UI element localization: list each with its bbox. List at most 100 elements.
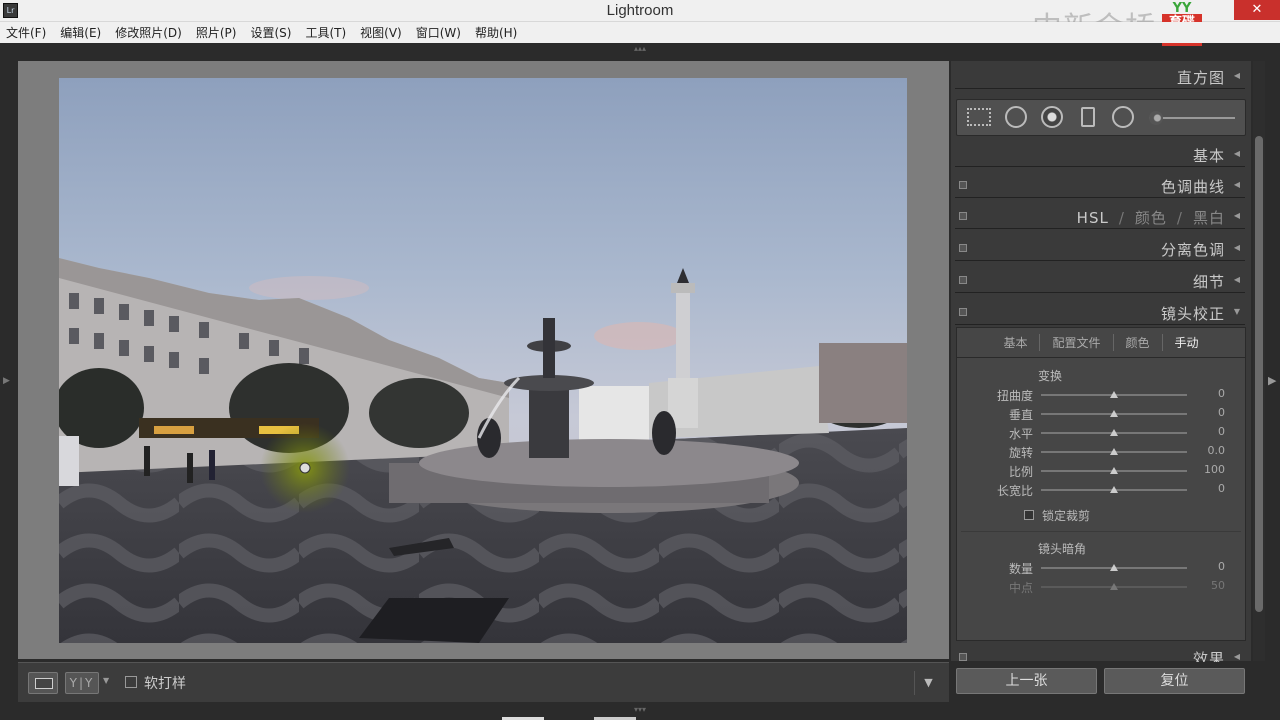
slider-thumb[interactable] xyxy=(1110,429,1118,436)
photo-preview[interactable] xyxy=(59,78,907,643)
collapse-arrow-icon[interactable]: ◀ xyxy=(1234,652,1240,661)
menu-edit[interactable]: 编辑(E) xyxy=(60,24,101,41)
collapse-arrow-icon[interactable]: ◀ xyxy=(1234,71,1240,80)
slider-value[interactable]: 0.0 xyxy=(1187,444,1226,457)
slider-thumb[interactable] xyxy=(1110,467,1118,474)
menu-file[interactable]: 文件(F) xyxy=(6,24,46,41)
lock-crop-checkbox[interactable] xyxy=(1024,510,1034,520)
slider-track[interactable] xyxy=(1041,564,1187,571)
slider-value[interactable]: 50 xyxy=(1187,579,1225,592)
panel-hsl[interactable]: HSL / 颜色 / 黑白 ◀ xyxy=(955,203,1245,229)
panel-toggle-switch[interactable] xyxy=(959,212,967,220)
scrollbar-thumb[interactable] xyxy=(1255,136,1263,612)
graduated-filter-icon[interactable] xyxy=(1081,107,1095,127)
slider-row[interactable]: 长宽比 0 xyxy=(957,480,1245,499)
collapse-arrow-icon[interactable]: ◀ xyxy=(1234,243,1240,252)
image-canvas[interactable] xyxy=(18,61,949,659)
menu-help[interactable]: 帮助(H) xyxy=(475,24,517,41)
slider-thumb[interactable] xyxy=(1110,583,1118,590)
close-button[interactable]: ✕ xyxy=(1234,0,1280,20)
slider-thumb[interactable] xyxy=(1110,564,1118,571)
lens-tab-manual[interactable]: 手动 xyxy=(1163,334,1211,351)
slider-label: 长宽比 xyxy=(996,484,1033,498)
slider-thumb[interactable] xyxy=(1110,391,1118,398)
menu-window[interactable]: 窗口(W) xyxy=(416,24,461,41)
hsl-tab[interactable]: HSL xyxy=(1077,209,1109,227)
slider-track[interactable] xyxy=(1041,486,1187,493)
panel-effects[interactable]: 效果 ◀ xyxy=(955,644,1245,662)
left-panel-toggle-icon[interactable]: ▶ xyxy=(3,376,10,386)
lens-tab-basic[interactable]: 基本 xyxy=(991,334,1041,351)
right-panel-scrollbar[interactable] xyxy=(1253,61,1265,661)
slider-track[interactable] xyxy=(1041,448,1187,455)
panel-split-toning[interactable]: 分离色调 ◀ xyxy=(955,235,1245,261)
slider-row[interactable]: 水平 0 xyxy=(957,423,1245,442)
top-panel-grip-icon[interactable]: ▴▴▴ xyxy=(632,45,648,53)
previous-button[interactable]: 上一张 xyxy=(956,668,1097,694)
menu-tools[interactable]: 工具(T) xyxy=(305,24,346,41)
panel-effects-label: 效果 xyxy=(1192,650,1225,662)
bottom-panel-grip-icon[interactable]: ▾▾▾ xyxy=(632,706,648,714)
reset-button[interactable]: 复位 xyxy=(1104,668,1245,694)
slider-row[interactable]: 扭曲度 0 xyxy=(957,385,1245,404)
slider-value[interactable]: 100 xyxy=(1187,463,1225,476)
tool-strip xyxy=(956,99,1246,136)
panel-histogram[interactable]: 直方图 ◀ xyxy=(955,63,1245,89)
red-eye-icon[interactable] xyxy=(1041,106,1063,128)
crop-overlay-icon[interactable] xyxy=(967,108,991,126)
lens-tab-profile[interactable]: 配置文件 xyxy=(1040,334,1114,351)
collapse-arrow-icon[interactable]: ◀ xyxy=(1234,211,1240,220)
soft-proof-checkbox[interactable] xyxy=(125,676,137,688)
loupe-view-button[interactable] xyxy=(28,672,58,694)
before-after-button[interactable]: Y|Y xyxy=(65,672,99,694)
menu-photo[interactable]: 照片(P) xyxy=(196,24,237,41)
panel-tone-curve[interactable]: 色调曲线 ◀ xyxy=(955,172,1245,198)
panel-detail[interactable]: 细节 ◀ xyxy=(955,267,1245,293)
before-after-dropdown-icon[interactable]: ▼ xyxy=(103,676,109,685)
slider-track[interactable] xyxy=(1041,429,1187,436)
spot-removal-icon[interactable] xyxy=(1005,106,1027,128)
menu-settings[interactable]: 设置(S) xyxy=(250,24,291,41)
color-tab[interactable]: 颜色 xyxy=(1135,209,1167,227)
slider-value[interactable]: 0 xyxy=(1187,425,1225,438)
panel-lens-correction[interactable]: 镜头校正 ▼ xyxy=(955,299,1245,325)
slider-track[interactable] xyxy=(1041,410,1187,417)
slider-row[interactable]: 数量 0 xyxy=(957,558,1245,577)
slider-thumb[interactable] xyxy=(1110,410,1118,417)
photo-image xyxy=(59,78,907,643)
slider-row[interactable]: 比例 100 xyxy=(957,461,1245,480)
collapse-arrow-icon[interactable]: ◀ xyxy=(1234,275,1240,284)
slider-row[interactable]: 中点 50 xyxy=(957,577,1245,596)
toolbar-options-icon[interactable]: ▼ xyxy=(914,671,942,695)
collapse-arrow-icon[interactable]: ◀ xyxy=(1234,149,1240,158)
slider-value[interactable]: 0 xyxy=(1187,406,1225,419)
panel-toggle-switch[interactable] xyxy=(959,653,967,661)
lens-tab-color[interactable]: 颜色 xyxy=(1114,334,1163,351)
soft-proof-label: 软打样 xyxy=(144,676,186,692)
slider-track[interactable] xyxy=(1041,583,1187,590)
slider-label: 垂直 xyxy=(1008,408,1033,422)
panel-toggle-switch[interactable] xyxy=(959,308,967,316)
adjustment-brush-icon[interactable] xyxy=(1149,111,1235,125)
slider-row[interactable]: 垂直 0 xyxy=(957,404,1245,423)
menu-view[interactable]: 视图(V) xyxy=(360,24,402,41)
black-white-tab[interactable]: 黑白 xyxy=(1193,209,1225,227)
slider-thumb[interactable] xyxy=(1110,486,1118,493)
radial-filter-icon[interactable] xyxy=(1112,106,1134,128)
expand-arrow-icon[interactable]: ▼ xyxy=(1234,307,1240,316)
collapse-arrow-icon[interactable]: ◀ xyxy=(1234,180,1240,189)
slider-track[interactable] xyxy=(1041,467,1187,474)
panel-toggle-switch[interactable] xyxy=(959,244,967,252)
slider-value[interactable]: 0 xyxy=(1187,560,1225,573)
panel-toggle-switch[interactable] xyxy=(959,276,967,284)
slider-track[interactable] xyxy=(1041,391,1187,398)
slider-thumb[interactable] xyxy=(1110,448,1118,455)
panel-basic[interactable]: 基本 ◀ xyxy=(955,141,1245,167)
slider-value[interactable]: 0 xyxy=(1187,387,1225,400)
panel-toggle-switch[interactable] xyxy=(959,181,967,189)
brush-slider-knob[interactable] xyxy=(1149,111,1163,125)
lens-correction-body: 基本 配置文件 颜色 手动 变换 扭曲度 0 垂直 0 水平 0 旋转 0.0 比例 100 长宽比… xyxy=(956,327,1246,641)
slider-row[interactable]: 旋转 0.0 xyxy=(957,442,1245,461)
menu-develop[interactable]: 修改照片(D) xyxy=(115,24,182,41)
slider-value[interactable]: 0 xyxy=(1187,482,1225,495)
